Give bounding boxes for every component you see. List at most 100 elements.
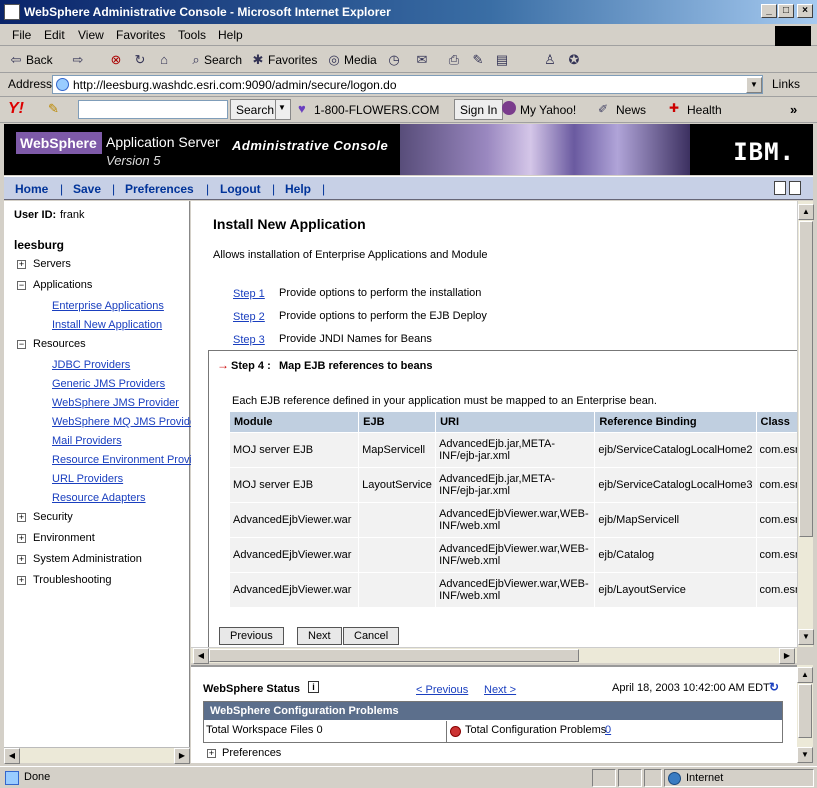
minimize-button[interactable]: _ — [761, 4, 777, 18]
horizontal-scroll-thumb[interactable] — [209, 649, 579, 662]
favorites-button[interactable]: Favorites — [268, 53, 317, 67]
tree-applications[interactable]: Applications — [33, 279, 92, 291]
stop-icon[interactable]: ⊗ — [108, 52, 124, 68]
tree-websphere-jms-provider[interactable]: WebSphere JMS Provider — [52, 397, 179, 409]
scroll-down-icon[interactable]: ▼ — [798, 629, 814, 645]
tree-mail-providers[interactable]: Mail Providers — [52, 435, 122, 447]
tree-troubleshooting[interactable]: Troubleshooting — [33, 574, 111, 586]
print-icon[interactable]: ⎙ — [446, 52, 462, 68]
flowers-link[interactable]: 1-800-FLOWERS.COM — [314, 103, 439, 117]
more-chevron-icon[interactable]: » — [790, 102, 797, 117]
research-icon[interactable]: ✪ — [566, 52, 582, 68]
address-dropdown-icon[interactable]: ▼ — [746, 77, 762, 93]
back-button[interactable]: Back — [26, 53, 53, 67]
my-yahoo-link[interactable]: My Yahoo! — [520, 103, 576, 117]
config-problems-count[interactable]: 0 — [605, 724, 611, 736]
tree-resources[interactable]: Resources — [33, 338, 86, 350]
status-next-link[interactable]: Next > — [484, 684, 516, 696]
menu-help[interactable]: Help — [218, 28, 243, 42]
address-input[interactable]: http://leesburg.washdc.esri.com:9090/adm… — [52, 75, 763, 94]
tree-websphere-mq-jms-provider[interactable]: WebSphere MQ JMS Provide — [52, 416, 196, 428]
expand-icon[interactable]: + — [17, 576, 26, 585]
previous-button[interactable]: Previous — [219, 627, 284, 645]
tree-install-new-application[interactable]: Install New Application — [52, 319, 162, 331]
cancel-button[interactable]: Cancel — [343, 627, 400, 645]
collapse-icon[interactable]: − — [17, 340, 26, 349]
maximize-button[interactable]: □ — [778, 4, 794, 18]
page-copy-icon[interactable] — [789, 181, 801, 195]
status-scroll-thumb[interactable] — [798, 684, 812, 738]
discuss-icon[interactable]: ▤ — [494, 52, 510, 68]
cell-reference-binding: ejb/Catalog — [594, 537, 757, 573]
left-horizontal-scrollbar[interactable]: ◀ ▶ — [4, 747, 190, 764]
yahoo-search-button[interactable]: Search — [230, 99, 281, 120]
nav-help[interactable]: Help — [285, 182, 311, 196]
menu-view[interactable]: View — [78, 28, 104, 42]
expand-icon[interactable]: + — [17, 513, 26, 522]
main-vertical-scrollbar[interactable]: ▲ ▼ — [797, 201, 814, 647]
menu-favorites[interactable]: Favorites — [116, 28, 165, 42]
scroll-up-icon[interactable]: ▲ — [797, 667, 813, 683]
menu-edit[interactable]: Edit — [44, 28, 65, 42]
step-2-link[interactable]: Step 2 — [233, 311, 265, 323]
nav-logout[interactable]: Logout — [220, 182, 261, 196]
status-vertical-scrollbar[interactable]: ▲ ▼ — [797, 665, 813, 763]
tree-resource-environment-providers[interactable]: Resource Environment Provi — [52, 454, 192, 466]
status-preferences[interactable]: Preferences — [222, 747, 281, 759]
mail-icon[interactable]: ✉ — [414, 52, 430, 68]
links-button[interactable]: Links — [772, 77, 800, 91]
home-icon[interactable]: ⌂ — [156, 52, 172, 68]
scroll-down-icon[interactable]: ▼ — [797, 747, 813, 763]
tree-url-providers[interactable]: URL Providers — [52, 473, 123, 485]
messenger-icon[interactable]: ♙ — [542, 52, 558, 68]
scroll-right-icon[interactable]: ▶ — [779, 648, 795, 664]
nav-preferences[interactable]: Preferences — [125, 182, 194, 196]
tree-servers[interactable]: Servers — [33, 258, 71, 270]
browser-toolbar: ⇦ Back ⇨ ⊗ ↻ ⌂ ⌕ Search ✱ Favorites ◎ Me… — [0, 47, 817, 73]
tree-generic-jms-providers[interactable]: Generic JMS Providers — [52, 378, 165, 390]
pencil-icon[interactable]: ✎ — [48, 101, 59, 117]
window-title-bar: WebSphere Administrative Console - Micro… — [0, 0, 817, 24]
tree-environment[interactable]: Environment — [33, 532, 95, 544]
page-icon[interactable] — [774, 181, 786, 195]
nav-save[interactable]: Save — [73, 182, 101, 196]
expand-icon[interactable]: + — [17, 534, 26, 543]
yahoo-logo[interactable]: Y! — [8, 100, 24, 118]
collapse-icon[interactable]: − — [17, 281, 26, 290]
tree-jdbc-providers[interactable]: JDBC Providers — [52, 359, 130, 371]
info-icon[interactable]: i — [308, 681, 319, 693]
vertical-scroll-thumb[interactable] — [799, 221, 813, 537]
tree-enterprise-applications[interactable]: Enterprise Applications — [52, 300, 164, 312]
tree-system-administration[interactable]: System Administration — [33, 553, 142, 565]
health-link[interactable]: Health — [687, 103, 722, 117]
history-icon[interactable]: ◷ — [386, 52, 402, 68]
status-previous-link[interactable]: < Previous — [416, 684, 468, 696]
expand-icon[interactable]: + — [17, 260, 26, 269]
menu-tools[interactable]: Tools — [178, 28, 206, 42]
scroll-left-icon[interactable]: ◀ — [193, 648, 209, 664]
main-horizontal-scrollbar[interactable]: ◀ ▶ — [191, 647, 797, 664]
next-button[interactable]: Next — [297, 627, 342, 645]
nav-home[interactable]: Home — [15, 182, 48, 196]
media-button[interactable]: Media — [344, 53, 377, 67]
tree-resource-adapters[interactable]: Resource Adapters — [52, 492, 146, 504]
scroll-right-icon[interactable]: ▶ — [174, 748, 190, 764]
refresh-status-icon[interactable]: ↻ — [769, 680, 779, 694]
step-3-link[interactable]: Step 3 — [233, 334, 265, 346]
scroll-left-icon[interactable]: ◀ — [4, 748, 20, 764]
scroll-up-icon[interactable]: ▲ — [798, 204, 814, 220]
menu-file[interactable]: File — [12, 28, 31, 42]
forward-arrow-icon[interactable]: ⇨ — [70, 52, 86, 68]
close-button[interactable]: × — [797, 4, 813, 18]
news-link[interactable]: News — [616, 103, 646, 117]
expand-icon[interactable]: + — [17, 555, 26, 564]
expand-icon[interactable]: + — [207, 749, 216, 758]
sign-in-button[interactable]: Sign In — [454, 99, 504, 120]
refresh-icon[interactable]: ↻ — [132, 52, 148, 68]
search-button[interactable]: Search — [204, 53, 242, 67]
edit-icon[interactable]: ✎ — [470, 52, 486, 68]
tree-security[interactable]: Security — [33, 511, 73, 523]
yahoo-search-input[interactable] — [78, 100, 228, 119]
step-1-link[interactable]: Step 1 — [233, 288, 265, 300]
search-dropdown-icon[interactable]: ▼ — [275, 99, 291, 120]
